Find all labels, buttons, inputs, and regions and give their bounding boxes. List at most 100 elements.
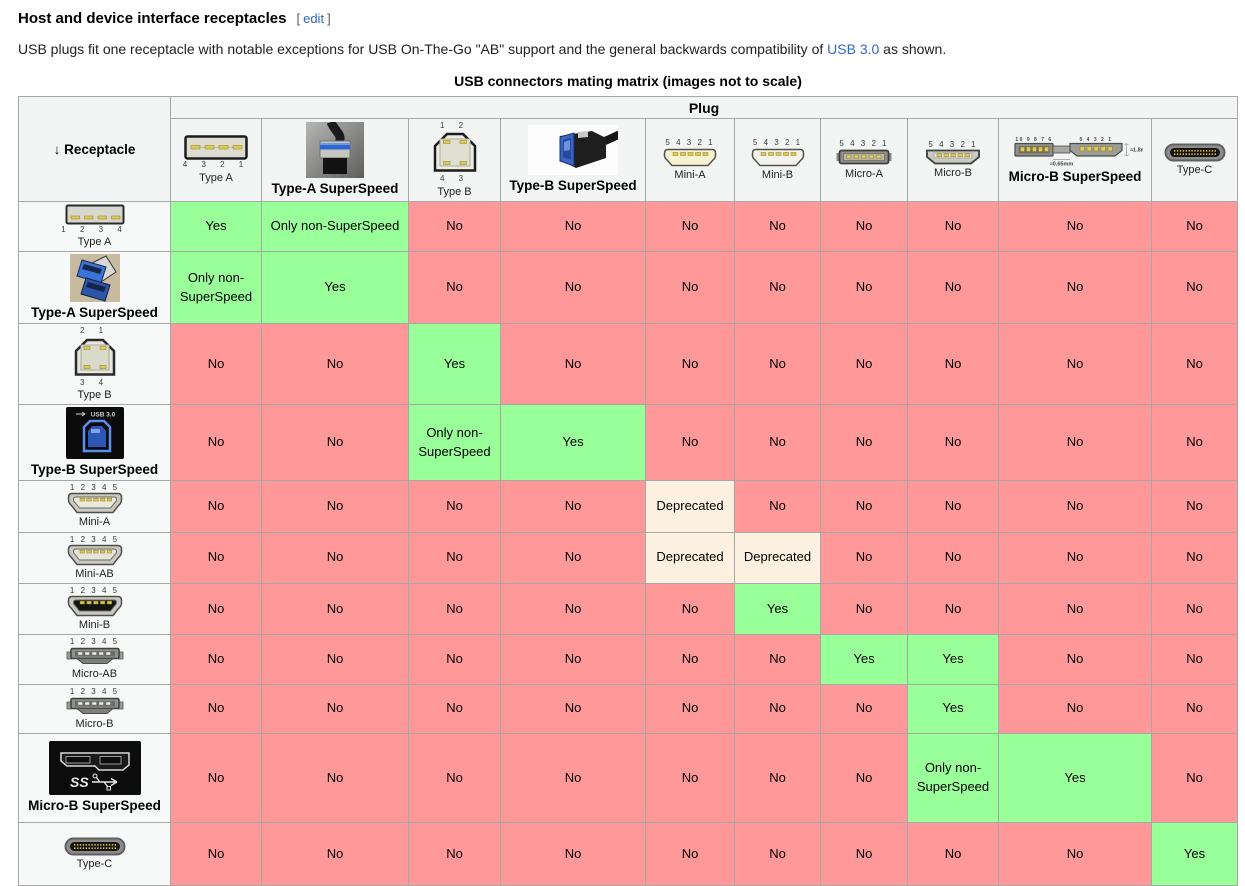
cell-type-b-type-b-superspeed: No bbox=[501, 324, 646, 405]
receptacle-header-micro-b: 1 2 3 4 5Micro-B bbox=[19, 684, 171, 733]
cell-type-a-superspeed-mini-a: No bbox=[646, 252, 735, 324]
cell-type-c-type-a-superspeed: No bbox=[262, 823, 409, 886]
receptacle-header-micro-b-superspeed: SSMicro-B SuperSpeed bbox=[19, 734, 171, 823]
type-b-superspeed-receptacle-icon[interactable]: USB 3.0 bbox=[66, 407, 124, 459]
type-a-plug: 4 3 2 1Type A bbox=[173, 135, 259, 184]
mini-a-receptacle-icon[interactable] bbox=[67, 492, 123, 514]
receptacle-header-type-c: Type-C bbox=[19, 823, 171, 886]
cell-type-c-mini-b: No bbox=[735, 823, 821, 886]
pin-numbers-top: 1 2 3 4 5 bbox=[70, 637, 119, 646]
micro-a-plug: 5 4 3 2 1Micro-A bbox=[823, 139, 905, 180]
cell-micro-b-superspeed-micro-b-superspeed: Yes bbox=[999, 734, 1152, 823]
cell-type-b-mini-a: No bbox=[646, 324, 735, 405]
cell-micro-ab-type-b: No bbox=[409, 635, 501, 684]
cell-type-a-superspeed-type-c: No bbox=[1152, 252, 1238, 324]
type-a-plug-icon[interactable] bbox=[184, 135, 248, 160]
receptacle-header-type-a-superspeed: Type-A SuperSpeed bbox=[19, 252, 171, 324]
type-b-plug-icon[interactable] bbox=[431, 130, 479, 174]
svg-text:≈1.8mm: ≈1.8mm bbox=[1130, 148, 1143, 154]
type-b-superspeed-plug: Type-B SuperSpeed bbox=[503, 125, 643, 194]
plug-axis-header: Plug bbox=[171, 97, 1238, 119]
micro-b-superspeed-plug-icon[interactable]: 10 9 8 7 65 4 3 2 1≈1.8mm≈0.65mm bbox=[1007, 134, 1143, 166]
cell-type-b-superspeed-micro-b: No bbox=[908, 404, 999, 480]
type-a-superspeed-receptacle-icon[interactable] bbox=[70, 254, 120, 302]
usb3-link[interactable]: USB 3.0 bbox=[827, 41, 879, 57]
cell-type-a-superspeed-type-a-superspeed: Yes bbox=[262, 252, 409, 324]
cell-micro-ab-type-c: No bbox=[1152, 635, 1238, 684]
micro-b-superspeed-receptacle: SSMicro-B SuperSpeed bbox=[21, 741, 168, 814]
cell-type-a-superspeed-type-b: No bbox=[409, 252, 501, 324]
type-c-receptacle-icon[interactable] bbox=[64, 837, 126, 856]
plug-column-type-a-superspeed: Type-A SuperSpeed bbox=[262, 119, 409, 202]
cell-type-b-superspeed-type-b-superspeed: Yes bbox=[501, 404, 646, 480]
receptacle-header-micro-ab: 1 2 3 4 5 Micro-AB bbox=[19, 635, 171, 684]
mini-a-plug-icon[interactable] bbox=[663, 148, 717, 167]
intro-text-before: USB plugs fit one receptacle with notabl… bbox=[18, 41, 827, 57]
edit-link[interactable]: edit bbox=[303, 11, 324, 26]
type-a-superspeed-plug-icon[interactable] bbox=[306, 122, 364, 178]
micro-a-plug-icon[interactable] bbox=[834, 149, 894, 166]
micro-ab-receptacle-label: Micro-AB bbox=[72, 668, 117, 681]
receptacle-row-mini-ab: 1 2 3 4 5Mini-ABNoNoNoNoDeprecatedDeprec… bbox=[19, 532, 1238, 583]
micro-ab-receptacle-icon[interactable] bbox=[65, 646, 125, 666]
cell-mini-a-micro-b-superspeed: No bbox=[999, 481, 1152, 532]
type-b-receptacle: 2 13 4Type B bbox=[21, 326, 168, 402]
cell-micro-b-superspeed-type-b: No bbox=[409, 734, 501, 823]
cell-type-a-micro-b: No bbox=[908, 201, 999, 251]
pin-numbers-top: 1 2 bbox=[440, 121, 469, 130]
table-caption: USB connectors mating matrix (images not… bbox=[18, 73, 1238, 96]
cell-type-c-mini-a: No bbox=[646, 823, 735, 886]
micro-b-receptacle-label: Micro-B bbox=[76, 718, 114, 731]
receptacle-row-micro-b-superspeed: SSMicro-B SuperSpeedNoNoNoNoNoNoNoOnly n… bbox=[19, 734, 1238, 823]
cell-mini-a-type-c: No bbox=[1152, 481, 1238, 532]
edit-bracket-close: ] bbox=[327, 11, 331, 26]
receptacle-row-type-b-superspeed: USB 3.0Type-B SuperSpeedNoNoOnly non-Sup… bbox=[19, 404, 1238, 480]
cell-micro-b-type-b: No bbox=[409, 684, 501, 733]
type-c-plug-icon[interactable] bbox=[1164, 143, 1226, 162]
type-b-superspeed-plug-icon[interactable] bbox=[528, 125, 618, 175]
micro-b-receptacle-icon[interactable] bbox=[65, 696, 125, 716]
cell-mini-ab-type-a: No bbox=[171, 532, 262, 583]
cell-micro-ab-type-b-superspeed: No bbox=[501, 635, 646, 684]
cell-mini-ab-mini-a: Deprecated bbox=[646, 532, 735, 583]
type-c-receptacle-label: Type-C bbox=[77, 858, 112, 871]
cell-type-b-superspeed-micro-a: No bbox=[821, 404, 908, 480]
receptacle-header-type-b-superspeed: USB 3.0Type-B SuperSpeed bbox=[19, 404, 171, 480]
cell-mini-a-type-b-superspeed: No bbox=[501, 481, 646, 532]
cell-mini-b-mini-b: Yes bbox=[735, 583, 821, 634]
svg-text:10 9 8 7 6: 10 9 8 7 6 bbox=[1015, 137, 1052, 143]
mini-ab-receptacle-icon[interactable] bbox=[67, 544, 123, 566]
mini-b-plug: 5 4 3 2 1Mini-B bbox=[737, 138, 818, 181]
cell-type-a-type-a: Yes bbox=[171, 201, 262, 251]
cell-type-c-type-c: Yes bbox=[1152, 823, 1238, 886]
cell-type-c-micro-b: No bbox=[908, 823, 999, 886]
micro-b-plug-icon[interactable] bbox=[923, 149, 983, 165]
cell-type-c-micro-a: No bbox=[821, 823, 908, 886]
cell-mini-ab-micro-a: No bbox=[821, 532, 908, 583]
type-b-receptacle-icon[interactable] bbox=[72, 336, 118, 378]
mini-b-receptacle-icon[interactable] bbox=[67, 595, 123, 617]
micro-b-superspeed-receptacle-icon[interactable]: SS bbox=[49, 741, 141, 795]
cell-mini-ab-micro-b: No bbox=[908, 532, 999, 583]
cell-mini-a-type-a-superspeed: No bbox=[262, 481, 409, 532]
intro-text-after: as shown. bbox=[879, 41, 946, 57]
cell-micro-ab-micro-a: Yes bbox=[821, 635, 908, 684]
type-c-receptacle: Type-C bbox=[21, 837, 168, 871]
micro-b-superspeed-plug: 10 9 8 7 65 4 3 2 1≈1.8mm≈0.65mmMicro-B … bbox=[1001, 134, 1149, 185]
pin-numbers-top: 5 4 3 2 1 bbox=[665, 138, 714, 147]
type-a-receptacle-icon[interactable] bbox=[65, 204, 125, 225]
mini-b-plug-icon[interactable] bbox=[751, 148, 805, 167]
cell-mini-b-type-a: No bbox=[171, 583, 262, 634]
cell-type-c-micro-b-superspeed: No bbox=[999, 823, 1152, 886]
cell-type-b-mini-b: No bbox=[735, 324, 821, 405]
cell-type-b-micro-b: No bbox=[908, 324, 999, 405]
cell-micro-b-mini-b: No bbox=[735, 684, 821, 733]
micro-b-receptacle: 1 2 3 4 5Micro-B bbox=[21, 687, 168, 731]
receptacle-header-mini-b: 1 2 3 4 5Mini-B bbox=[19, 583, 171, 634]
type-b-superspeed-plug-label: Type-B SuperSpeed bbox=[509, 178, 636, 194]
cell-micro-b-mini-a: No bbox=[646, 684, 735, 733]
cell-mini-b-type-a-superspeed: No bbox=[262, 583, 409, 634]
receptacle-header-mini-a: 1 2 3 4 5Mini-A bbox=[19, 481, 171, 532]
cell-type-b-type-a: No bbox=[171, 324, 262, 405]
cell-type-b-superspeed-micro-b-superspeed: No bbox=[999, 404, 1152, 480]
